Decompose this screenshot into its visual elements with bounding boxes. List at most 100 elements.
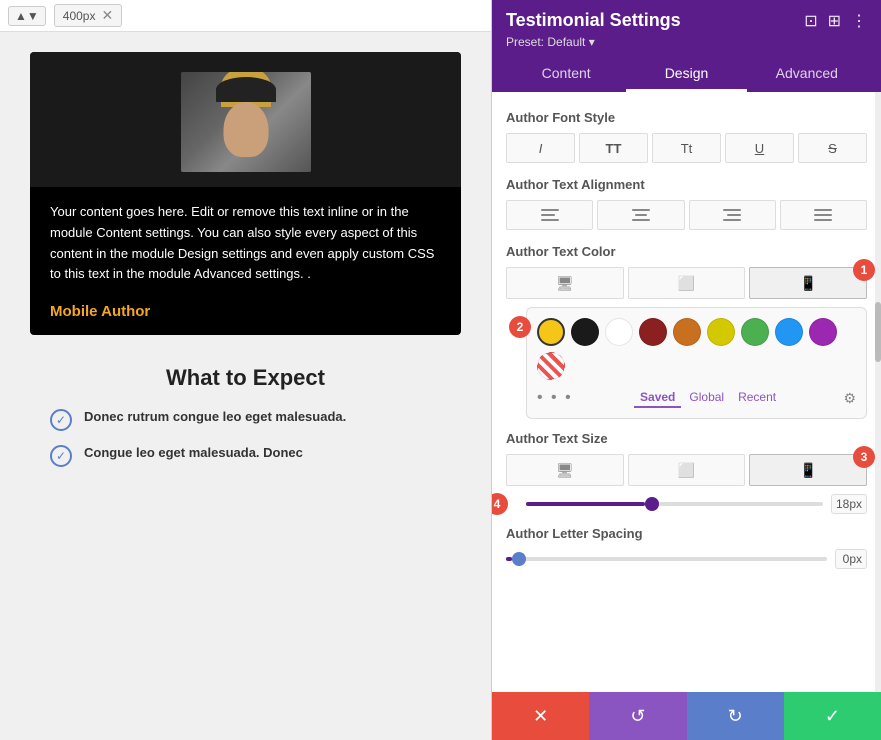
title-case-btn[interactable]: Tt [652,133,721,163]
line3 [632,219,650,221]
swatch-white[interactable] [605,318,633,346]
close-icon[interactable]: ✕ [101,7,113,24]
size-mobile-btn[interactable]: 📱 [749,454,867,486]
line2 [541,214,555,216]
swatch-striped[interactable] [537,352,565,380]
spacing-slider-value: 0px [835,549,867,569]
swatch-black[interactable] [571,318,599,346]
line1 [541,209,559,211]
strikethrough-btn[interactable]: S [798,133,867,163]
align-justify-btn[interactable] [780,200,867,230]
mobile-icon: 📱 [799,275,816,292]
align-left-icon [541,209,559,221]
line3 [541,219,559,221]
align-right-btn[interactable] [689,200,776,230]
scrollbar-thumb[interactable] [875,302,881,362]
fullscreen-icon[interactable]: ⊡ [804,11,817,31]
align-right-icon [723,209,741,221]
color-settings-icon[interactable]: ⚙ [843,390,856,407]
size-slider-thumb[interactable] [645,497,659,511]
spacing-slider-thumb[interactable] [512,552,526,566]
line2 [814,214,832,216]
desktop-icon: 🖥 [556,275,574,292]
tablet-btn[interactable]: ⬜ [628,267,746,299]
badge-4: 4 [492,493,508,515]
author-text-size-label: Author Text Size [506,431,867,446]
tab-row: Content Design Advanced [506,57,867,92]
size-mobile-icon: 📱 [799,462,816,479]
mobile-btn[interactable]: 📱 [749,267,867,299]
tab-design[interactable]: Design [626,57,746,92]
section-title: What to Expect [50,365,441,391]
color-tabs-row: • • • Saved Global Recent ⚙ [537,388,856,408]
save-button[interactable]: ✓ [784,692,881,740]
list-item-2: ✓ Congue leo eget malesuada. Donec [50,443,441,467]
testimonial-body: Your content goes here. Edit or remove t… [30,187,461,295]
canvas-area: Your content goes here. Edit or remove t… [0,32,491,499]
bold-btn[interactable]: TT [579,133,648,163]
cancel-button[interactable]: ✕ [492,692,589,740]
size-tablet-btn[interactable]: ⬜ [628,454,746,486]
more-icon[interactable]: ⋮ [851,11,867,31]
redo-button[interactable]: ↻ [687,692,784,740]
reset-button[interactable]: ↺ [589,692,686,740]
width-display[interactable]: 400px ✕ [54,4,122,27]
color-picker-popup: 2 • • • Saved Global Recent [526,307,867,419]
italic-btn[interactable]: I [506,133,575,163]
preset-label: Preset: Default [506,35,585,49]
panel-icons: ⊡ ⊞ ⋮ [804,11,867,31]
width-value: 400px [63,9,96,23]
size-slider-value: 18px [831,494,867,514]
three-dots[interactable]: • • • [537,389,573,407]
size-slider-track[interactable] [526,502,823,506]
panel-body: Author Font Style I TT Tt U S Author Tex… [492,92,881,692]
tablet-icon: ⬜ [678,275,695,292]
color-tabs: Saved Global Recent [634,388,782,408]
tab-content[interactable]: Content [506,57,626,92]
line2 [727,214,741,216]
swatch-purple[interactable] [809,318,837,346]
color-swatches [537,318,856,380]
swatch-orange[interactable] [673,318,701,346]
recent-tab[interactable]: Recent [732,388,782,408]
line2 [635,214,647,216]
testimonial-card: Your content goes here. Edit or remove t… [30,52,461,335]
grid-icon[interactable]: ⊞ [828,11,841,31]
left-panel: ▲▼ 400px ✕ Your content goes here. Edit … [0,0,491,740]
swatch-dark-red[interactable] [639,318,667,346]
tab-advanced[interactable]: Advanced [747,57,867,92]
align-justify-icon [814,209,832,221]
view-select[interactable]: ▲▼ [8,6,46,26]
swatch-green[interactable] [741,318,769,346]
color-device-row: 🖥 ⬜ 📱 1 [506,267,867,299]
badge-1: 1 [853,259,875,281]
line3 [723,219,741,221]
arrows-icon: ▲▼ [15,9,39,23]
size-tablet-icon: ⬜ [678,462,695,479]
align-center-btn[interactable] [597,200,684,230]
swatch-yellow2[interactable] [707,318,735,346]
line1 [632,209,650,211]
face-shape [223,102,268,157]
alignment-row [506,200,867,230]
global-tab[interactable]: Global [683,388,730,408]
size-desktop-icon: 🖥 [556,462,574,479]
desktop-btn[interactable]: 🖥 [506,267,624,299]
panel-preset[interactable]: Preset: Default ▾ [506,35,867,49]
spacing-slider-track[interactable] [506,557,827,561]
badge-3: 3 [853,446,875,468]
panel-header: Testimonial Settings ⊡ ⊞ ⋮ Preset: Defau… [492,0,881,92]
author-font-style-label: Author Font Style [506,110,867,125]
line1 [723,209,741,211]
preset-arrow: ▾ [589,35,595,49]
badge-2: 2 [509,316,531,338]
saved-tab[interactable]: Saved [634,388,681,408]
swatch-blue[interactable] [775,318,803,346]
list-item: ✓ Donec rutrum congue leo eget malesuada… [50,407,441,431]
underline-btn[interactable]: U [725,133,794,163]
swatch-yellow[interactable] [537,318,565,346]
size-desktop-btn[interactable]: 🖥 [506,454,624,486]
size-device-row: 🖥 ⬜ 📱 3 [506,454,867,486]
what-to-expect-section: What to Expect ✓ Donec rutrum congue leo… [30,365,461,467]
align-left-btn[interactable] [506,200,593,230]
